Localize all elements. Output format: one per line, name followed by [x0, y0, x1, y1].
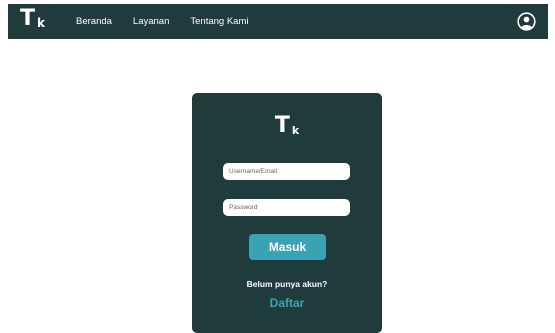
login-card: T k Masuk Belum punya akun? Daftar — [192, 93, 382, 333]
nav-link-layanan[interactable]: Layanan — [133, 16, 169, 27]
profile-button[interactable] — [517, 12, 536, 31]
register-prompt: Belum punya akun? — [246, 279, 328, 289]
nav-links: Beranda Layanan Tentang Kami — [76, 4, 248, 39]
daftar-link[interactable]: Daftar — [192, 296, 382, 310]
brand-logo[interactable]: T k — [20, 8, 45, 30]
nav-link-beranda[interactable]: Beranda — [76, 16, 112, 27]
password-input[interactable] — [223, 199, 350, 216]
top-navbar: T k Beranda Layanan Tentang Kami — [8, 4, 548, 39]
masuk-button[interactable]: Masuk — [249, 234, 326, 260]
login-logo: T k — [192, 115, 382, 137]
login-logo-letter-t: T — [274, 113, 290, 138]
brand-logo-letter-k: k — [37, 16, 45, 30]
username-email-input[interactable] — [223, 163, 350, 180]
brand-logo-letter-t: T — [20, 6, 36, 31]
nav-link-tentang-kami[interactable]: Tentang Kami — [190, 16, 248, 27]
user-circle-icon — [517, 12, 536, 31]
login-logo-letter-k: k — [291, 124, 300, 137]
